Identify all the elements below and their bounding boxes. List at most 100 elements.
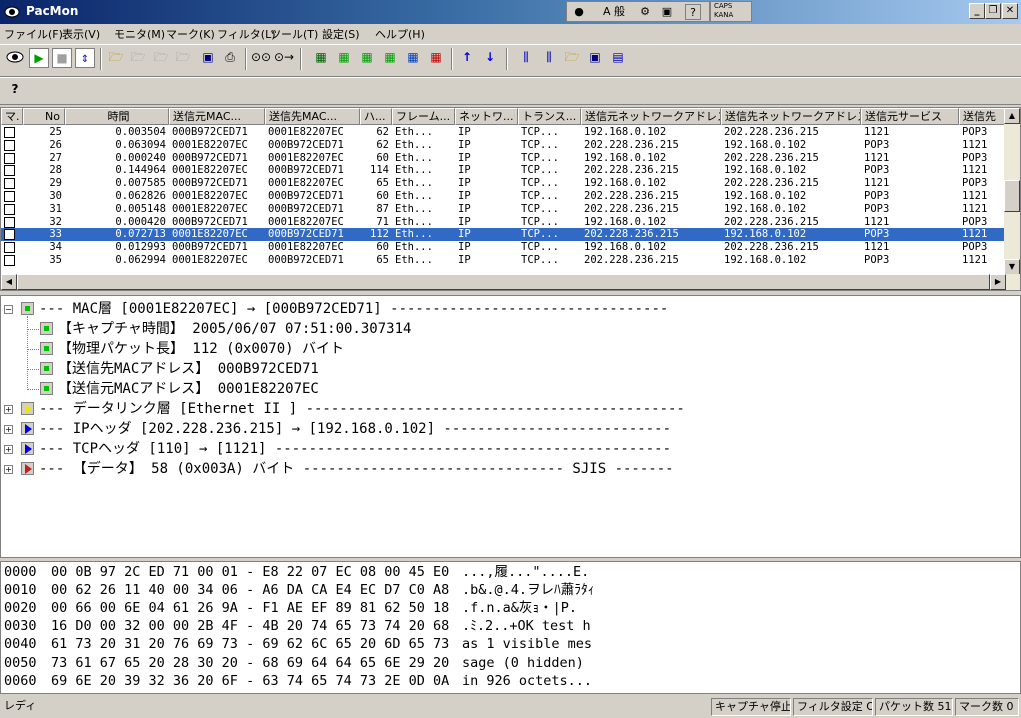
column-no[interactable]: No <box>23 108 65 125</box>
column-src-address[interactable]: 送信元ネットワークアドレス <box>581 108 721 125</box>
column-src-service[interactable]: 送信元サービス <box>861 108 959 125</box>
mark-checkbox[interactable] <box>4 127 15 138</box>
column-transport[interactable]: トランス... <box>518 108 581 125</box>
globe-icon[interactable]: ● <box>571 4 587 20</box>
table-row[interactable]: 28 0.144964 0001E82207EC 000B972CED71 114 Eth… <box>1 164 1007 177</box>
filter-button-6[interactable]: ▦ <box>426 48 446 68</box>
column-network[interactable]: ネットワ... <box>455 108 518 125</box>
hex-bytes[interactable]: 00 62 26 11 40 00 34 06 - A6 DA CA E4 EC… <box>51 580 449 600</box>
column-frame[interactable]: フレーム... <box>392 108 455 125</box>
mark-checkbox[interactable] <box>4 203 15 215</box>
hex-ascii[interactable]: as 1 visible mes <box>462 634 592 654</box>
column-time[interactable]: 時間 <box>65 108 169 125</box>
table-row[interactable]: 29 0.007585 000B972CED71 0001E82207EC 65 Eth.… <box>1 177 1007 190</box>
hex-ascii[interactable]: sage (0 hidden) <box>462 653 592 673</box>
horizontal-scrollbar[interactable]: ◀ ▶ <box>1 274 1020 290</box>
column-button-2[interactable]: ⫼ <box>539 48 559 68</box>
expand-icon[interactable]: + <box>4 425 13 434</box>
column-settings-button[interactable]: ▤ <box>608 48 628 68</box>
column-button-1[interactable]: ⫼ <box>516 48 536 68</box>
open-mark-button[interactable]: 🗁 <box>151 48 171 68</box>
column-dst-mac[interactable]: 送信先MAC... <box>265 108 360 125</box>
mark-checkbox[interactable] <box>4 139 15 151</box>
table-row[interactable]: 26 0.063094 0001E82207EC 000B972CED71 62 Eth.… <box>1 139 1007 152</box>
table-row[interactable]: 35 0.062994 0001E82207EC 000B972CED71 65 Eth.… <box>1 254 1007 267</box>
menu-mark[interactable]: マーク(K) <box>166 26 215 42</box>
mark-checkbox[interactable] <box>4 229 15 241</box>
tree-node-label[interactable]: --- IPヘッダ [202.228.236.215] → [192.168.0… <box>39 419 671 439</box>
protocol-tree[interactable]: − --- MAC層 [0001E82207EC] → [000B972CED71… <box>0 295 1021 558</box>
hex-ascii[interactable]: ...,履..."....E. <box>462 562 589 582</box>
open-filter-button[interactable]: 🗁 <box>128 48 148 68</box>
tree-node-label[interactable]: --- データリンク層 [Ethernet II ] -------------… <box>39 399 685 419</box>
scroll-thumb-horizontal[interactable] <box>17 274 990 290</box>
tools-icon[interactable]: ⚙ <box>637 4 653 20</box>
scroll-right-button[interactable]: ▶ <box>990 274 1006 290</box>
table-row[interactable]: 25 0.003504 000B972CED71 0001E82207EC 62 Eth.… <box>1 126 1007 139</box>
ime-mode[interactable]: A 般 <box>597 4 631 20</box>
find-button[interactable]: ⊙⊙ <box>251 48 271 68</box>
column-src-mac[interactable]: 送信元MAC... <box>169 108 265 125</box>
expand-icon[interactable]: + <box>4 405 13 414</box>
tree-node-label[interactable]: 【物理パケット長】 112 (0x0070) バイト <box>58 339 344 359</box>
column-save-button[interactable]: ▣ <box>585 48 605 68</box>
mark-checkbox[interactable] <box>4 216 15 228</box>
hex-ascii[interactable]: in 926 octets... <box>462 671 592 691</box>
hex-dump[interactable]: 0000 00 0B 97 2C ED 71 00 01 - E8 22 07 E… <box>0 561 1021 694</box>
table-row[interactable]: 30 0.062826 0001E82207EC 000B972CED71 60 Eth.… <box>1 190 1007 203</box>
find-next-button[interactable]: ⊙→ <box>274 48 294 68</box>
open-other-button[interactable]: 🗁 <box>173 48 193 68</box>
menu-file[interactable]: ファイル(F) <box>4 26 63 42</box>
filter-button-3[interactable]: ▦ <box>357 48 377 68</box>
collapse-icon[interactable]: − <box>4 305 13 314</box>
mark-checkbox[interactable] <box>4 152 15 164</box>
context-help-button[interactable]: ? <box>5 80 25 100</box>
menu-monitor[interactable]: モニタ(M) <box>114 26 165 42</box>
table-row[interactable]: 34 0.012993 000B972CED71 0001E82207EC 60 Eth.… <box>1 241 1007 254</box>
menu-help[interactable]: ヘルプ(H) <box>375 26 425 42</box>
mark-checkbox[interactable] <box>4 178 15 190</box>
print-button[interactable]: ⎙ <box>220 48 240 68</box>
vertical-scrollbar[interactable]: ▲ ▼ <box>1004 108 1020 275</box>
mark-checkbox[interactable] <box>4 242 15 254</box>
hex-bytes[interactable]: 16 D0 00 32 00 00 2B 4F - 4B 20 74 65 73… <box>51 616 449 636</box>
hex-ascii[interactable]: .ﾐ.2..+OK test h <box>462 616 591 636</box>
scroll-left-button[interactable]: ◀ <box>1 274 17 290</box>
mark-checkbox[interactable] <box>4 255 15 266</box>
help-icon[interactable]: ? <box>685 4 701 20</box>
previous-mark-button[interactable]: ↑ <box>457 48 477 68</box>
menu-view[interactable]: 表示(V) <box>62 26 100 42</box>
tree-node-label[interactable]: 【送信元MACアドレス】 0001E82207EC <box>58 379 319 399</box>
hex-bytes[interactable]: 00 66 00 6E 04 61 26 9A - F1 AE EF 89 81… <box>51 598 449 618</box>
title-bar[interactable]: PacMon ● A 般 ⚙ ▣ ? CAPS KANA _ ❐ ✕ <box>0 0 1021 24</box>
column-mark[interactable]: マ. <box>1 108 23 125</box>
column-length[interactable]: ハ... <box>360 108 392 125</box>
hex-bytes[interactable]: 69 6E 20 39 32 36 20 6F - 63 74 65 74 73… <box>51 671 449 691</box>
column-dst-address[interactable]: 送信先ネットワークアドレス <box>721 108 861 125</box>
hex-bytes[interactable]: 61 73 20 31 20 76 69 73 - 69 62 6C 65 20… <box>51 634 449 654</box>
filter-button-2[interactable]: ▦ <box>334 48 354 68</box>
filter-button-1[interactable]: ▦ <box>311 48 331 68</box>
table-row[interactable]: 33 0.072713 0001E82207EC 000B972CED71 112 Eth… <box>1 228 1007 242</box>
pad-icon[interactable]: ▣ <box>659 4 675 20</box>
expand-icon[interactable]: + <box>4 445 13 454</box>
stop-capture-button[interactable]: ■ <box>52 48 72 68</box>
tree-node-label[interactable]: --- MAC層 [0001E82207EC] → [000B972CED71]… <box>39 299 668 319</box>
tree-node-label[interactable]: --- 【データ】 58 (0x003A) バイト --------------… <box>39 459 674 479</box>
column-open-button[interactable]: 🗁 <box>562 48 582 68</box>
mark-checkbox[interactable] <box>4 191 15 202</box>
hex-ascii[interactable]: .f.n.a&灰ｮ・|P. <box>462 598 577 618</box>
monitor-eye-button[interactable] <box>5 48 25 68</box>
hex-bytes[interactable]: 73 61 67 65 20 28 30 20 - 68 69 64 64 65… <box>51 653 449 673</box>
menu-filter[interactable]: フィルタ(L) <box>217 26 276 42</box>
expand-icon[interactable]: + <box>4 465 13 474</box>
open-button[interactable]: 🗁 <box>106 48 126 68</box>
table-row[interactable]: 27 0.000240 000B972CED71 0001E82207EC 60 Eth.… <box>1 152 1007 165</box>
filter-button-5[interactable]: ▦ <box>403 48 423 68</box>
hex-ascii[interactable]: .b&.@.4.ヲレﾊ蕭ﾗﾀｨ <box>462 580 595 600</box>
menu-tools[interactable]: ツール(T) <box>270 26 318 42</box>
tree-node-label[interactable]: 【送信先MACアドレス】 000B972CED71 <box>58 359 319 379</box>
table-row[interactable]: 32 0.000420 000B972CED71 0001E82207EC 71 Eth.… <box>1 216 1007 229</box>
save-button[interactable]: ▣ <box>198 48 218 68</box>
menu-settings[interactable]: 設定(S) <box>322 26 360 42</box>
